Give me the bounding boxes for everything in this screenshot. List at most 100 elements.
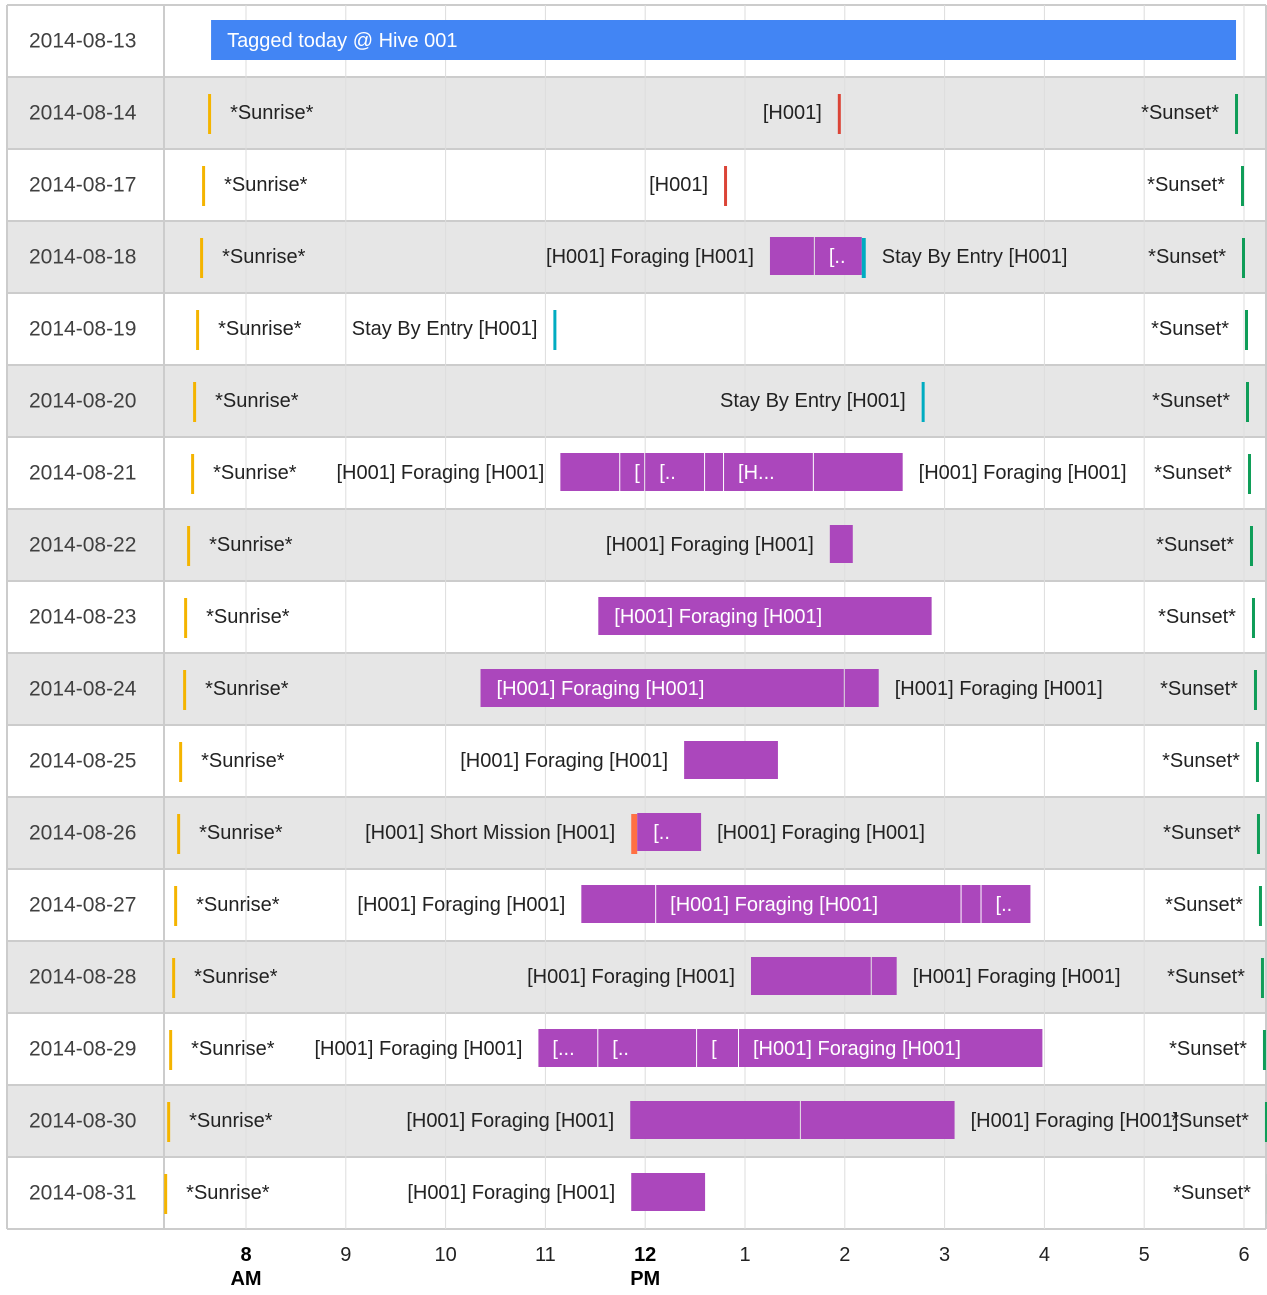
event-marker[interactable]	[837, 94, 841, 134]
activity-bar[interactable]	[684, 741, 778, 779]
row-date-label: 2014-08-17	[29, 174, 136, 197]
row-date-label: 2014-08-20	[29, 390, 136, 413]
activity-bar[interactable]	[829, 525, 853, 563]
event-marker[interactable]	[1241, 166, 1245, 206]
event-marker[interactable]	[187, 526, 191, 566]
row-date-label: 2014-08-29	[29, 1038, 136, 1061]
activity-bar-segment-label: [..	[829, 246, 846, 268]
activity-bar-segment[interactable]	[620, 453, 645, 491]
activity-bar-segment[interactable]	[697, 1029, 739, 1067]
event-marker[interactable]	[172, 958, 176, 998]
activity-bar-segment-label: [H001] Foraging [H001]	[670, 894, 878, 916]
event-label: *Sunrise*	[205, 678, 289, 700]
event-label: *Sunset*	[1167, 966, 1245, 988]
event-label: [H001] Foraging [H001]	[971, 1110, 1179, 1132]
x-axis: 8AM9 10 11 12PM1 2 3 4 5 6	[230, 1244, 1249, 1290]
row-date-label: 2014-08-24	[29, 678, 137, 701]
event-label: Stay By Entry [H001]	[720, 390, 906, 412]
activity-bar[interactable]	[844, 669, 879, 707]
event-label: *Sunrise*	[218, 318, 302, 340]
event-marker[interactable]	[200, 238, 204, 278]
event-marker[interactable]	[1244, 310, 1248, 350]
event-marker[interactable]	[1253, 670, 1257, 710]
event-marker[interactable]	[193, 382, 197, 422]
event-marker[interactable]	[1260, 958, 1264, 998]
event-marker[interactable]	[921, 382, 925, 422]
activity-timeline-chart: 2014-08-13 2014-08-14 2014-08-17 2014-08-18…	[6, 4, 1267, 1290]
activity-bar-segment[interactable]	[800, 1101, 955, 1139]
event-marker[interactable]	[177, 814, 181, 854]
event-marker[interactable]	[169, 1030, 173, 1070]
event-marker[interactable]	[1249, 526, 1253, 566]
activity-bar-label: [H001] Foraging [H001]	[497, 678, 705, 700]
event-marker[interactable]	[164, 1174, 168, 1214]
event-label: [H001] Foraging [H001]	[527, 966, 735, 988]
row-date-label: 2014-08-14	[29, 102, 137, 125]
event-marker[interactable]	[1256, 814, 1260, 854]
activity-bar-segment[interactable]	[630, 1101, 800, 1139]
event-marker[interactable]	[191, 454, 195, 494]
event-label: [H001] Foraging [H001]	[919, 462, 1127, 484]
activity-bar-segment-label: [..	[612, 1038, 629, 1060]
activity-bar-segment-label: [H001] Foraging [H001]	[753, 1038, 961, 1060]
activity-bar-segment[interactable]	[961, 885, 981, 923]
event-marker[interactable]	[1247, 454, 1251, 494]
event-marker[interactable]	[184, 598, 188, 638]
x-axis-tick-label: 9	[340, 1244, 351, 1266]
event-label: [H001]	[649, 174, 708, 196]
event-marker[interactable]	[183, 670, 187, 710]
event-label: *Sunrise*	[222, 246, 306, 268]
activity-bar[interactable]	[631, 1173, 706, 1211]
event-marker[interactable]	[167, 1102, 171, 1142]
event-label: *Sunrise*	[206, 606, 290, 628]
x-axis-tick-label: 12	[634, 1244, 656, 1266]
event-marker[interactable]	[553, 310, 557, 350]
event-label: *Sunset*	[1147, 174, 1225, 196]
event-marker[interactable]	[1258, 886, 1262, 926]
event-marker[interactable]	[196, 310, 200, 350]
activity-bar-label: Tagged today @ Hive 001	[227, 30, 457, 52]
event-marker[interactable]	[1262, 1030, 1266, 1070]
event-marker[interactable]	[202, 166, 206, 206]
event-marker[interactable]	[1235, 94, 1239, 134]
event-marker[interactable]	[179, 742, 183, 782]
event-marker[interactable]	[724, 166, 728, 206]
event-marker[interactable]	[1242, 238, 1246, 278]
event-marker[interactable]	[174, 886, 178, 926]
event-label: [H001] Short Mission [H001]	[365, 822, 615, 844]
activity-bar-segment[interactable]	[813, 453, 903, 491]
event-label: *Sunset*	[1158, 606, 1236, 628]
event-marker[interactable]	[1245, 382, 1249, 422]
activity-bar-segment[interactable]	[581, 885, 656, 923]
x-axis-tick-label: 6	[1238, 1244, 1249, 1266]
x-axis-tick-sublabel: AM	[230, 1268, 261, 1290]
x-axis-tick-label: 2	[839, 1244, 850, 1266]
activity-bar-segment[interactable]	[769, 237, 814, 275]
event-label: *Sunrise*	[213, 462, 297, 484]
row-date-label: 2014-08-28	[29, 966, 136, 989]
activity-bar-segment-label: [	[711, 1038, 717, 1060]
event-label: *Sunrise*	[209, 534, 293, 556]
event-marker[interactable]	[1251, 598, 1255, 638]
event-label: *Sunrise*	[215, 390, 299, 412]
activity-bar-segment[interactable]	[871, 957, 897, 995]
event-label: [H001] Foraging [H001]	[717, 822, 925, 844]
event-label: *Sunset*	[1163, 822, 1241, 844]
event-marker[interactable]	[1255, 742, 1259, 782]
row-date-label: 2014-08-22	[29, 534, 136, 557]
activity-bar-segment[interactable]	[560, 453, 620, 491]
event-marker[interactable]	[631, 814, 638, 854]
activity-bar-segment[interactable]	[705, 453, 724, 491]
event-label: *Sunset*	[1151, 318, 1229, 340]
event-label: [H001] Foraging [H001]	[406, 1110, 614, 1132]
activity-bar-segment[interactable]	[750, 957, 871, 995]
event-label: Stay By Entry [H001]	[352, 318, 538, 340]
timeline-row-background	[7, 293, 1266, 365]
row-date-label: 2014-08-30	[29, 1110, 136, 1133]
row-date-label: 2014-08-18	[29, 246, 136, 269]
event-label: *Sunrise*	[191, 1038, 275, 1060]
event-label: *Sunset*	[1162, 750, 1240, 772]
x-axis-tick-label: 10	[434, 1244, 456, 1266]
event-marker[interactable]	[208, 94, 212, 134]
event-marker[interactable]	[861, 238, 866, 278]
